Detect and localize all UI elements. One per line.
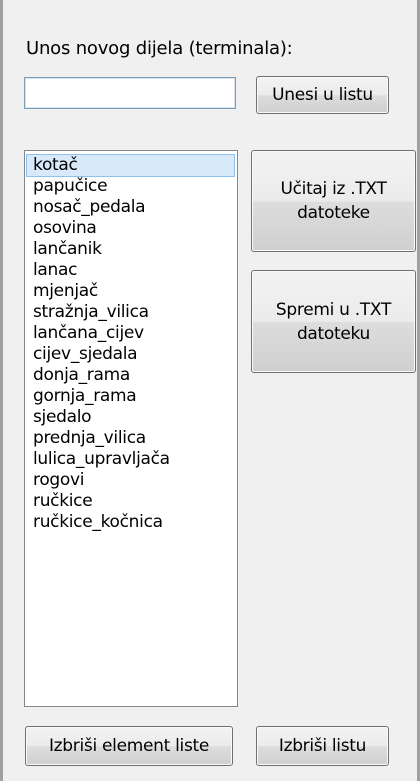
list-item[interactable]: papučice xyxy=(27,176,234,197)
list-item[interactable]: lančanik xyxy=(27,239,234,260)
new-part-label: Unos novog dijela (terminala): xyxy=(26,38,293,59)
list-item[interactable]: lančana_cijev xyxy=(27,323,234,344)
delete-list-item-button[interactable]: Izbriši element liste xyxy=(25,726,233,766)
list-item[interactable]: gornja_rama xyxy=(27,386,234,407)
parts-list: kotač papučice nosač_pedala osovina lančanik… xyxy=(25,151,237,533)
list-item[interactable]: donja_rama xyxy=(27,365,234,386)
list-item[interactable]: ručkice xyxy=(27,491,234,512)
list-item[interactable]: osovina xyxy=(27,218,234,239)
load-from-txt-button[interactable]: Učitaj iz .TXT datoteke xyxy=(251,150,416,252)
list-item[interactable]: mjenjač xyxy=(27,281,234,302)
list-item[interactable]: lulica_upravljača xyxy=(27,449,234,470)
new-part-input[interactable] xyxy=(24,77,236,109)
list-item[interactable]: stražnja_vilica xyxy=(27,302,234,323)
list-item[interactable]: sjedalo xyxy=(27,407,234,428)
add-to-list-button[interactable]: Unesi u listu xyxy=(256,76,389,114)
list-item[interactable]: lanac xyxy=(27,260,234,281)
list-item[interactable]: ručkice_kočnica xyxy=(27,512,234,533)
parts-listbox[interactable]: kotač papučice nosač_pedala osovina lančanik… xyxy=(24,150,238,707)
delete-list-button[interactable]: Izbriši listu xyxy=(256,726,389,766)
window-border-left xyxy=(0,0,3,781)
list-item[interactable]: cijev_sjedala xyxy=(27,344,234,365)
save-to-txt-button[interactable]: Spremi u .TXT datoteku xyxy=(251,270,416,373)
list-item[interactable]: rogovi xyxy=(27,470,234,491)
list-item[interactable]: prednja_vilica xyxy=(27,428,234,449)
list-item[interactable]: nosač_pedala xyxy=(27,197,234,218)
list-item[interactable]: kotač xyxy=(26,154,235,177)
